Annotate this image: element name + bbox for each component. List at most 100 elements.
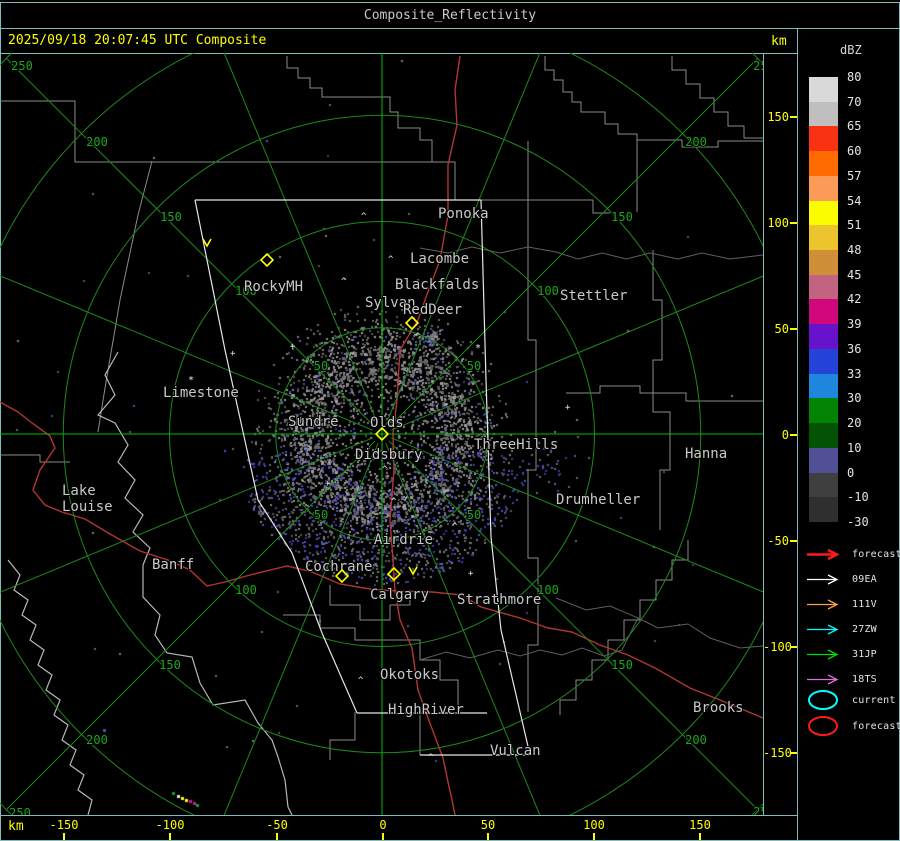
range-ring-label: 250 bbox=[753, 59, 763, 73]
colorbar-swatch bbox=[809, 77, 838, 102]
colorbar-swatch-label: 30 bbox=[847, 391, 862, 406]
radar-window: Composite_Reflectivity 2025/09/18 20:07:… bbox=[0, 0, 900, 841]
right-axis-tick-label: 150 bbox=[767, 110, 789, 124]
city-label-lake: Lake bbox=[62, 483, 96, 499]
colorbar-swatch-label: 36 bbox=[847, 341, 862, 356]
legend-label: 31JP bbox=[852, 648, 877, 660]
city-label-strathmore: Strathmore bbox=[457, 592, 541, 608]
legend-label: 111V bbox=[852, 598, 877, 610]
colorbar-swatch bbox=[809, 447, 838, 473]
colorbar-swatch bbox=[809, 497, 838, 522]
legend-row-09EA: 09EA bbox=[806, 572, 877, 586]
colorbar-swatch-label: 20 bbox=[847, 416, 862, 431]
peak-marker-icon: ^ bbox=[388, 255, 394, 265]
peak-marker-icon: ^ bbox=[428, 753, 434, 763]
city-label-rockymh: RockyMH bbox=[244, 279, 303, 295]
plus-marker-icon: + bbox=[468, 569, 474, 579]
colorbar-swatch-label: 80 bbox=[847, 70, 862, 84]
city-label-louise: Louise bbox=[62, 499, 113, 515]
right-axis-tick-mark bbox=[790, 752, 797, 754]
legend-row-27ZW: 27ZW bbox=[806, 622, 877, 636]
range-ring-label: 200 bbox=[86, 135, 108, 149]
city-label-lacombe: Lacombe bbox=[410, 251, 469, 267]
bottom-axis-tick-label: -50 bbox=[266, 818, 288, 832]
radar-map[interactable]: 50 50 50 50 100 100 100 100 150 150 150 150 200 200 20… bbox=[0, 53, 763, 815]
peak-marker-icon: ^ bbox=[415, 332, 421, 342]
colorbar-swatch-label: 0 bbox=[847, 465, 855, 480]
colorbar-end-label: -30 bbox=[847, 514, 869, 529]
right-axis: 150 100 50 0 -50 -100 -150 bbox=[763, 53, 797, 815]
legend-row-31JP: 31JP bbox=[806, 647, 877, 661]
right-axis-unit-label: km bbox=[771, 34, 787, 49]
colorbar-swatch-label: 33 bbox=[847, 366, 862, 381]
range-ring-label: 150 bbox=[611, 210, 633, 224]
city-label-drumheller: Drumheller bbox=[556, 492, 640, 508]
bottom-axis-tick-mark bbox=[169, 833, 171, 840]
colorbar-swatch bbox=[809, 348, 838, 374]
city-label-vulcan: Vulcan bbox=[490, 743, 541, 759]
colorbar-swatch bbox=[809, 151, 838, 176]
plus-marker-icon: + bbox=[230, 349, 236, 359]
city-label-ponoka: Ponoka bbox=[438, 206, 489, 222]
colorbar-swatch-label: 54 bbox=[847, 193, 862, 208]
colorbar-swatch-label: 51 bbox=[847, 218, 862, 233]
track-arrow-icon bbox=[807, 573, 839, 585]
right-axis-tick-label: -150 bbox=[763, 746, 792, 760]
city-label-okotoks: Okotoks bbox=[380, 667, 439, 683]
colorbar-swatch-label: 48 bbox=[847, 243, 862, 258]
right-axis-tick-mark bbox=[790, 116, 797, 118]
bottom-axis-tick-mark bbox=[382, 833, 384, 840]
right-axis-tick-label: -100 bbox=[763, 640, 792, 654]
bottom-axis-tick-mark bbox=[699, 833, 701, 840]
colorbar-swatch-label: 60 bbox=[847, 144, 862, 159]
right-axis-tick-label: -50 bbox=[767, 534, 789, 548]
bottom-axis: km -150 -100 -50 0 50 100 150 bbox=[0, 815, 797, 840]
legend-row-forecast: forecast bbox=[806, 547, 900, 561]
peak-marker-icon: ^ bbox=[452, 522, 458, 532]
colorbar-swatch bbox=[809, 274, 838, 300]
city-label-didsbury: Didsbury bbox=[355, 447, 422, 463]
range-ring-label: 150 bbox=[160, 210, 182, 224]
colorbar-swatch-label: 65 bbox=[847, 119, 862, 134]
right-axis-tick-label: 50 bbox=[774, 322, 789, 336]
colorbar-swatch bbox=[809, 200, 838, 226]
bottom-axis-tick-label: 0 bbox=[379, 818, 387, 832]
colorbar-title: dBZ bbox=[840, 43, 862, 57]
city-label-threehills: ThreeHills bbox=[474, 437, 558, 453]
legend-row-111V: 111V bbox=[806, 597, 877, 611]
legend-label: 18TS bbox=[852, 673, 877, 685]
bottom-axis-tick-mark bbox=[593, 833, 595, 840]
plus-marker-icon: + bbox=[565, 403, 571, 413]
map-overlay-layer: 50 5050 50100 100100 100150 150150 150200 20020… bbox=[0, 53, 763, 815]
peak-marker-icon: ^ bbox=[382, 465, 388, 475]
range-ring-label: 200 bbox=[685, 733, 707, 747]
right-axis-tick-label: 100 bbox=[767, 216, 789, 230]
peak-marker-icon: ^ bbox=[341, 277, 347, 287]
bottom-axis-tick-label: -100 bbox=[155, 818, 185, 832]
legend-row-18TS: 18TS bbox=[806, 672, 877, 686]
bottom-axis-tick-label: 50 bbox=[480, 818, 496, 832]
legend-label: current bbox=[852, 694, 896, 706]
title-bar: Composite_Reflectivity bbox=[0, 2, 900, 29]
check-marker-icon bbox=[408, 566, 418, 576]
city-label-limestone: Limestone bbox=[163, 385, 239, 401]
colorbar-panel: dBZ 80 70 65 60 57 54 51 48 45 42 39 36 33 30 20 10 0 -10… bbox=[798, 28, 900, 840]
colorbar-swatch bbox=[809, 225, 838, 251]
city-label-airdrie: Airdrie bbox=[374, 532, 433, 548]
colorbar-swatch bbox=[809, 423, 838, 448]
range-ring-label: 150 bbox=[159, 658, 181, 672]
colorbar-swatch bbox=[809, 175, 838, 201]
range-ring-label: 100 bbox=[537, 284, 559, 298]
right-axis-tick-label: 0 bbox=[781, 428, 789, 442]
colorbar-swatch-label: 42 bbox=[847, 292, 862, 307]
range-ring-label: 50 bbox=[467, 508, 481, 522]
bottom-axis-tick-label: 150 bbox=[689, 818, 711, 832]
range-ring-label: 150 bbox=[611, 658, 633, 672]
track-arrow-icon bbox=[807, 648, 839, 660]
colorbar-swatch bbox=[809, 126, 838, 152]
track-arrow-icon bbox=[807, 548, 840, 560]
range-ring-label: 200 bbox=[685, 135, 707, 149]
plus-marker-icon: + bbox=[290, 342, 296, 352]
colorbar-swatch bbox=[809, 472, 838, 498]
track-arrow-icon bbox=[807, 598, 839, 610]
